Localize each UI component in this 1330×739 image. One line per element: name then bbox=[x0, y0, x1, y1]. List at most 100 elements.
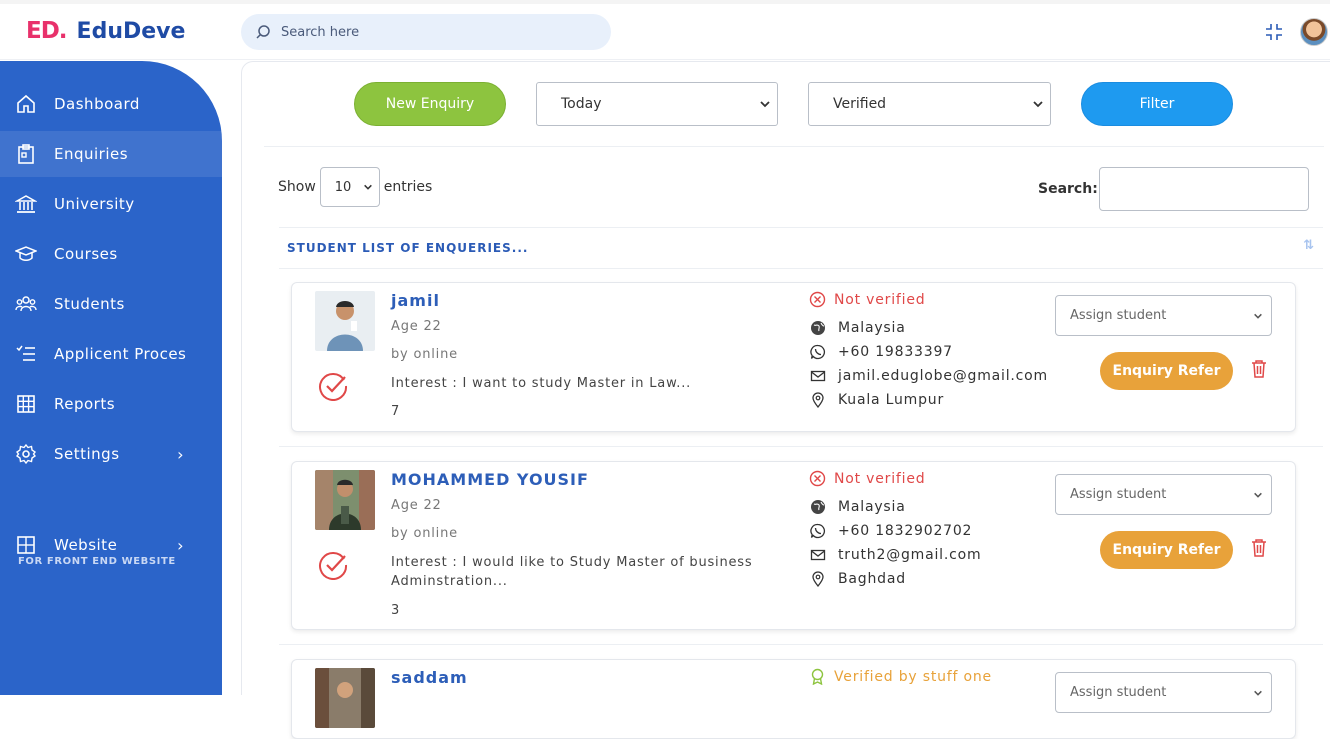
assign-student-placeholder: Assign student bbox=[1070, 487, 1167, 502]
student-name[interactable]: jamil bbox=[391, 291, 440, 310]
sidebar-item-settings[interactable]: Settings › bbox=[0, 431, 222, 477]
clipboard-icon bbox=[15, 143, 37, 165]
chevron-down-icon bbox=[363, 184, 372, 190]
mail-icon bbox=[809, 546, 826, 563]
sidebar-item-reports[interactable]: Reports bbox=[0, 381, 222, 427]
x-circle-icon bbox=[809, 470, 826, 487]
verified-check-icon[interactable] bbox=[318, 550, 348, 580]
student-email[interactable]: truth2@gmail.com bbox=[838, 547, 981, 563]
student-interest: Interest : I would like to Study Master … bbox=[391, 555, 753, 589]
search-icon bbox=[256, 25, 270, 39]
student-interest: Interest : I want to study Master in Law… bbox=[391, 376, 692, 391]
student-city: Kuala Lumpur bbox=[838, 391, 945, 408]
sidebar-item-label: Settings bbox=[54, 445, 120, 463]
mail-icon bbox=[809, 367, 826, 384]
filter-button[interactable]: Filter bbox=[1081, 82, 1233, 126]
table-row: MOHAMMED YOUSIF Age 22 by online Interes… bbox=[279, 447, 1323, 645]
sidebar-item-website[interactable]: Website › bbox=[0, 522, 222, 568]
enquiry-count: 7 bbox=[391, 404, 400, 419]
status-filter-value: Verified bbox=[833, 96, 887, 112]
page-size-control: Show 10 entries bbox=[278, 167, 432, 207]
student-phone[interactable]: +60 19833397 bbox=[838, 344, 953, 360]
student-name[interactable]: saddam bbox=[391, 668, 468, 687]
sidebar-item-label: Reports bbox=[54, 395, 116, 413]
sidebar-item-enquiries[interactable]: Enquiries bbox=[0, 131, 222, 177]
layout-icon bbox=[15, 534, 37, 556]
verification-status-label: Not verified bbox=[834, 470, 926, 487]
home-icon bbox=[15, 93, 37, 115]
global-search[interactable] bbox=[241, 14, 611, 50]
trash-icon[interactable] bbox=[1250, 538, 1268, 558]
globe-icon bbox=[809, 319, 826, 336]
global-search-input[interactable] bbox=[281, 24, 581, 40]
assign-student-select[interactable]: Assign student bbox=[1055, 672, 1272, 713]
sidebar-item-dashboard[interactable]: Dashboard bbox=[0, 81, 222, 127]
email-line: jamil.eduglobe@gmail.com bbox=[809, 367, 1048, 384]
enquiry-count: 3 bbox=[391, 603, 400, 618]
verification-status-label: Verified by stuff one bbox=[834, 668, 992, 685]
student-name[interactable]: MOHAMMED YOUSIF bbox=[391, 470, 589, 489]
verification-status: Not verified bbox=[809, 291, 925, 308]
top-bar: ED. EduDeve bbox=[0, 0, 1330, 60]
student-city: Baghdad bbox=[838, 570, 906, 587]
sidebar-item-label: Website bbox=[54, 536, 118, 554]
assign-student-select[interactable]: Assign student bbox=[1055, 295, 1272, 336]
show-label: Show bbox=[278, 179, 316, 195]
student-photo bbox=[315, 668, 375, 728]
user-avatar[interactable] bbox=[1300, 18, 1328, 46]
sidebar-item-students[interactable]: Students bbox=[0, 281, 222, 327]
phone-line: +60 1832902702 bbox=[809, 522, 972, 539]
award-icon bbox=[811, 668, 824, 685]
chevron-down-icon bbox=[1254, 492, 1262, 498]
status-filter-select[interactable]: Verified bbox=[808, 82, 1051, 126]
compress-icon[interactable] bbox=[1264, 22, 1284, 42]
student-age: Age 22 bbox=[391, 319, 442, 334]
sidebar-item-label: Courses bbox=[54, 245, 118, 263]
city-line: Baghdad bbox=[809, 570, 906, 587]
table-search-label: Search: bbox=[1038, 181, 1098, 197]
logo-text: EduDeve bbox=[76, 19, 186, 44]
table-header[interactable]: STUDENT LIST OF ENQUERIES... ⇅ bbox=[279, 227, 1323, 269]
new-enquiry-button[interactable]: New Enquiry bbox=[354, 82, 506, 126]
assign-student-select[interactable]: Assign student bbox=[1055, 474, 1272, 515]
student-email[interactable]: jamil.eduglobe@gmail.com bbox=[838, 368, 1048, 384]
sidebar-item-university[interactable]: University bbox=[0, 181, 222, 227]
sidebar: Dashboard Enquiries University Courses S… bbox=[0, 61, 222, 695]
date-filter-value: Today bbox=[561, 96, 602, 112]
enquiry-card: saddam Verified by stuff one Assign stud… bbox=[291, 659, 1296, 739]
student-age: Age 22 bbox=[391, 498, 442, 513]
chevron-down-icon bbox=[760, 101, 770, 108]
student-phone[interactable]: +60 1832902702 bbox=[838, 523, 972, 539]
logo[interactable]: ED. EduDeve bbox=[26, 18, 185, 44]
table-row: jamil Age 22 by online Interest : I want… bbox=[279, 269, 1323, 447]
whatsapp-icon bbox=[809, 522, 826, 539]
chevron-down-icon bbox=[1254, 313, 1262, 319]
main-content: New Enquiry Today Verified Filter Show 1… bbox=[241, 61, 1330, 739]
enquiry-refer-button[interactable]: Enquiry Refer bbox=[1100, 352, 1233, 390]
phone-line: +60 19833397 bbox=[809, 343, 953, 360]
page-size-select[interactable]: 10 bbox=[319, 167, 380, 207]
chevron-right-icon: › bbox=[177, 444, 184, 464]
graduation-cap-icon bbox=[15, 243, 37, 265]
grid-icon bbox=[15, 393, 37, 415]
table-header-label: STUDENT LIST OF ENQUERIES... bbox=[287, 241, 529, 255]
sidebar-item-label: Enquiries bbox=[54, 145, 129, 163]
sort-icon[interactable]: ⇅ bbox=[1303, 238, 1315, 253]
enquiry-refer-button[interactable]: Enquiry Refer bbox=[1100, 531, 1233, 569]
trash-icon[interactable] bbox=[1250, 359, 1268, 379]
verified-check-icon[interactable] bbox=[318, 371, 348, 401]
chevron-down-icon bbox=[1254, 690, 1262, 696]
enquiry-card: MOHAMMED YOUSIF Age 22 by online Interes… bbox=[291, 461, 1296, 630]
assign-student-placeholder: Assign student bbox=[1070, 308, 1167, 323]
date-filter-select[interactable]: Today bbox=[536, 82, 778, 126]
sidebar-item-courses[interactable]: Courses bbox=[0, 231, 222, 277]
city-line: Kuala Lumpur bbox=[809, 391, 944, 408]
x-circle-icon bbox=[809, 291, 826, 308]
checklist-icon bbox=[15, 343, 37, 365]
map-pin-icon bbox=[809, 570, 826, 587]
sidebar-item-applicent-proces[interactable]: Applicent Proces bbox=[0, 331, 222, 377]
divider bbox=[264, 146, 1324, 147]
verification-status-label: Not verified bbox=[834, 291, 926, 308]
table-search-input[interactable] bbox=[1099, 167, 1309, 211]
sidebar-item-label: Students bbox=[54, 295, 125, 313]
